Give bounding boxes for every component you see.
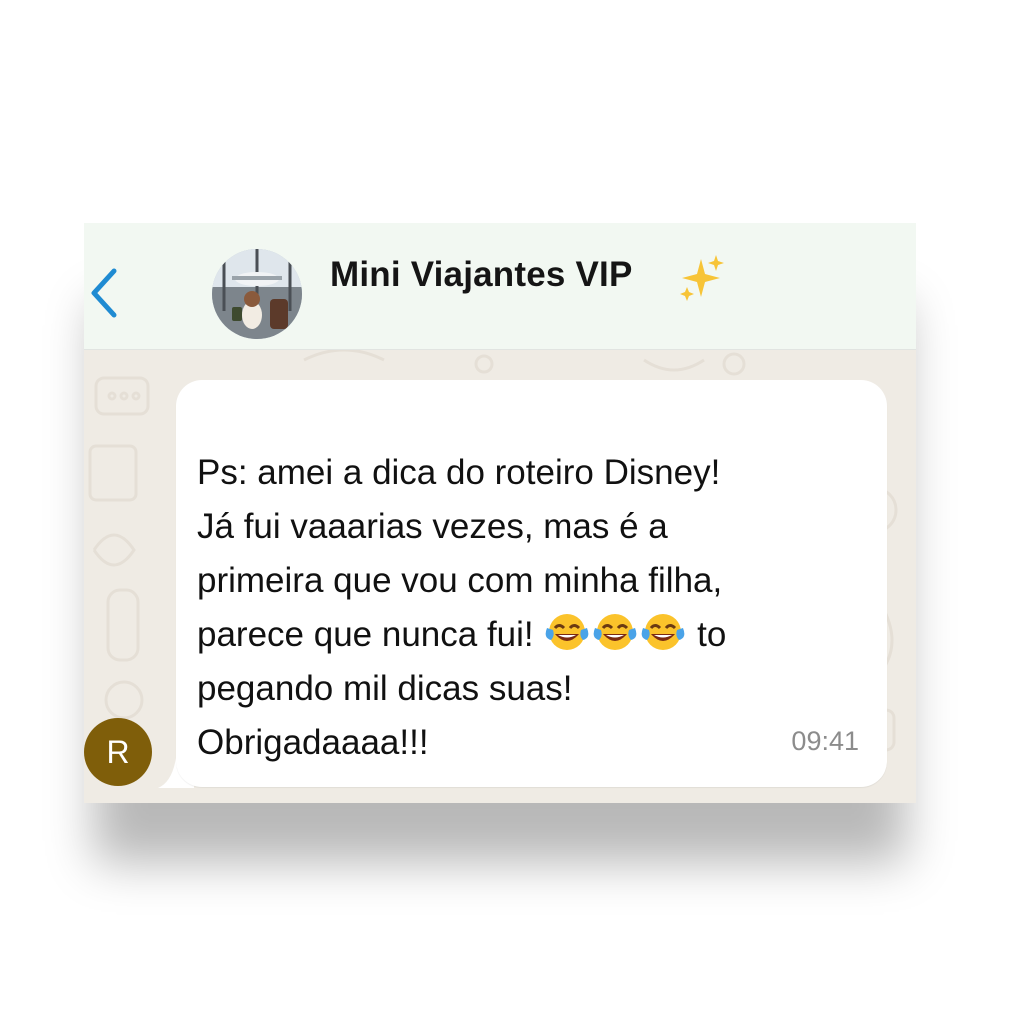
group-avatar[interactable]: [212, 249, 302, 339]
face-with-tears-of-joy-icon: [546, 614, 589, 650]
message-timestamp: 09:41: [791, 726, 859, 756]
airport-photo-icon: [212, 249, 302, 339]
message-bubble[interactable]: Ps: amei a dica do roteiro Disney! Já fu…: [176, 380, 887, 787]
message-line: Ps: amei a dica do roteiro Disney!: [197, 453, 721, 492]
message-line: Já fui vaaarias vezes, mas é a: [197, 507, 668, 546]
group-title[interactable]: Mini Viajantes VIP: [330, 255, 633, 295]
message-line: to: [697, 615, 727, 654]
message-line: primeira que vou com minha filha,: [197, 561, 723, 600]
face-with-tears-of-joy-icon: [594, 614, 637, 650]
message-line: pegando mil dicas suas!: [197, 669, 573, 708]
message-line: Obrigadaaaa!!!: [197, 723, 429, 762]
sparkles-icon: [680, 255, 724, 301]
sender-avatar[interactable]: R: [84, 718, 152, 786]
chat-screenshot-card: Mini Viajantes VIP Ps: amei a dica do ro…: [84, 223, 916, 803]
chat-area: Ps: amei a dica do roteiro Disney! Já fu…: [84, 350, 916, 803]
sender-initial: R: [106, 733, 130, 770]
chevron-left-icon[interactable]: [86, 267, 122, 319]
face-with-tears-of-joy-icon: [642, 614, 685, 650]
message-line: parece que nunca fui!: [197, 615, 534, 654]
message-text: Ps: amei a dica do roteiro Disney! Já fu…: [197, 446, 877, 770]
chat-header: Mini Viajantes VIP: [84, 223, 916, 350]
